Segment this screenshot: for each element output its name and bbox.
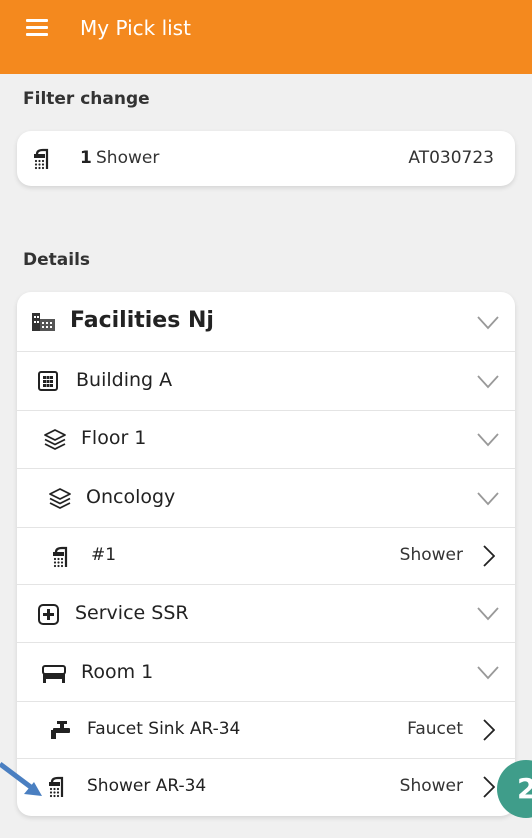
page-title: My Pick list	[80, 16, 191, 40]
tree-row-service[interactable]: Service SSR	[17, 585, 515, 643]
tree-row-label: #1	[91, 545, 117, 565]
tree-row-label: Building A	[76, 369, 173, 391]
tree-row-floor[interactable]: Floor 1	[17, 411, 515, 469]
bed-icon	[42, 665, 66, 687]
shower-icon	[34, 148, 54, 174]
hamburger-menu-icon[interactable]	[26, 19, 48, 37]
facility-icon	[32, 313, 56, 335]
tree-row-label: Faucet Sink AR-34	[87, 719, 241, 739]
tree-row-label: Facilities Nj	[70, 308, 214, 333]
chevron-down-icon[interactable]	[477, 666, 499, 680]
layers-icon	[43, 428, 67, 454]
tree-row-label: Oncology	[86, 486, 176, 508]
chevron-down-icon[interactable]	[477, 433, 499, 447]
chevron-right-icon[interactable]	[483, 545, 495, 567]
filter-card[interactable]: 1 Shower AT030723	[17, 131, 515, 186]
tree-row-room[interactable]: Room 1	[17, 643, 515, 702]
step-badge-number: 2	[517, 772, 532, 805]
tree-row-asset[interactable]: Faucet Sink AR-34 Faucet	[17, 702, 515, 759]
tree-row-facility[interactable]: Facilities Nj	[17, 292, 515, 352]
shower-icon	[49, 776, 69, 802]
details-card: Facilities Nj Building A Floor 1 Oncolog…	[17, 292, 515, 816]
shower-icon	[53, 546, 73, 572]
medical-plus-icon	[38, 604, 59, 629]
tree-row-label: Shower AR-34	[87, 776, 207, 796]
tree-row-asset[interactable]: #1 Shower	[17, 528, 515, 585]
asset-type-label: Faucet	[407, 719, 463, 739]
tree-row-building[interactable]: Building A	[17, 352, 515, 411]
tree-row-department[interactable]: Oncology	[17, 469, 515, 528]
filter-code: AT030723	[408, 148, 494, 168]
tree-row-label: Floor 1	[81, 427, 147, 449]
top-app-bar: My Pick list	[0, 0, 532, 74]
tree-row-label: Service SSR	[75, 602, 189, 624]
building-icon	[38, 371, 58, 395]
faucet-icon	[49, 721, 71, 745]
filter-count: 1	[80, 148, 92, 168]
layers-icon	[48, 487, 72, 513]
chevron-down-icon[interactable]	[477, 492, 499, 506]
tree-row-asset[interactable]: Shower AR-34 Shower	[17, 759, 515, 816]
chevron-right-icon[interactable]	[483, 776, 495, 798]
chevron-down-icon[interactable]	[477, 316, 499, 330]
asset-type-label: Shower	[399, 776, 463, 796]
asset-type-label: Shower	[399, 545, 463, 565]
filter-section-label: Filter change	[23, 89, 150, 109]
annotation-arrow	[0, 762, 42, 796]
details-section-label: Details	[23, 250, 91, 270]
tree-row-label: Room 1	[81, 661, 154, 683]
chevron-right-icon[interactable]	[483, 719, 495, 741]
filter-item-name: Shower	[96, 148, 160, 168]
chevron-down-icon[interactable]	[477, 607, 499, 621]
chevron-down-icon[interactable]	[477, 375, 499, 389]
